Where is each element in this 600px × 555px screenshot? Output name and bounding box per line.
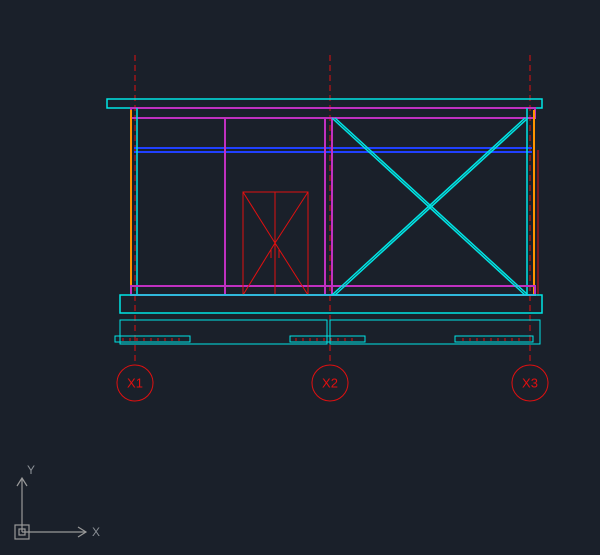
grid-label-x1: X1 — [127, 375, 143, 390]
floor-slab — [120, 295, 542, 313]
ucs-x-label: X — [92, 525, 100, 539]
cad-canvas[interactable]: X1 X2 X3 X Y — [0, 0, 600, 555]
grid-label-x3: X3 — [522, 375, 538, 390]
grid-label-x2: X2 — [322, 375, 338, 390]
cross-brace — [332, 118, 528, 295]
rebar-ticks — [123, 338, 519, 341]
roof-slab — [107, 99, 542, 108]
foundation-right — [330, 320, 540, 344]
ucs-icon: X Y — [15, 463, 100, 539]
grid-bubble-x2: X2 — [312, 365, 348, 401]
ucs-y-label: Y — [27, 463, 35, 477]
roof-header — [131, 108, 535, 118]
grid-bubble-x3: X3 — [512, 365, 548, 401]
footing-3 — [455, 336, 533, 342]
grid-bubble-x1: X1 — [117, 365, 153, 401]
door — [243, 192, 308, 295]
